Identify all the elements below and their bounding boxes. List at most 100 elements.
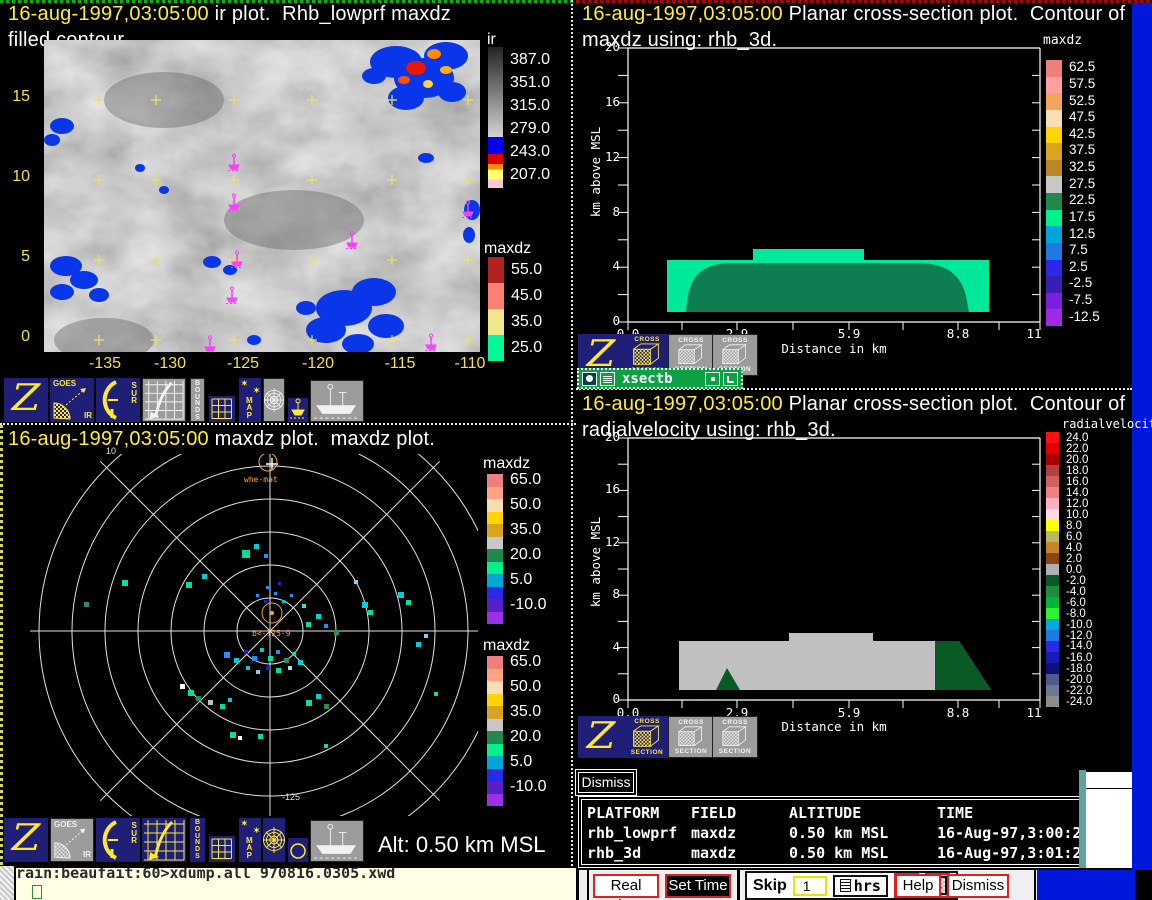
circle-overlay-button[interactable]: [288, 838, 308, 862]
axis-tick-label: -110: [447, 355, 493, 373]
ppi-title-text: maxdz plot. maxdz plot.: [209, 428, 435, 450]
bounds-overlay-button[interactable]: BOUNDS: [190, 818, 205, 862]
table-row: rhb_3dmaxdz0.50 km MSL16-Aug-97,3:01:22: [587, 843, 1083, 863]
ppi-radar-display[interactable]: whe-matb<-125-9: [6, 454, 478, 816]
cross-section-tool-2-button[interactable]: CROSSSECTION: [668, 716, 714, 758]
colorbar-segment: [1046, 309, 1062, 326]
axis-tick-label: 5.9: [829, 705, 869, 720]
colorbar-segment: [487, 562, 503, 575]
axis-tick-label: -120: [295, 355, 341, 373]
skip-input[interactable]: [793, 876, 827, 896]
satellite-image[interactable]: [44, 40, 480, 352]
map-overlay-button[interactable]: ✶✶MAP: [239, 818, 261, 862]
cross-section-tool-1-button[interactable]: CROSSSECTION: [624, 716, 670, 758]
radar-echo: [242, 550, 250, 558]
help-button[interactable]: Help: [895, 874, 941, 898]
colorbar-tick-label: -7.5: [1069, 292, 1092, 307]
cross-section-tool-3-button[interactable]: CROSSSECTION: [712, 716, 758, 758]
colorbar-segment: [487, 537, 503, 550]
zebra-logo-button[interactable]: Z: [578, 716, 624, 758]
colorbar-segment: [487, 499, 503, 512]
radar-grid-button[interactable]: [142, 818, 186, 862]
xsect-dismiss-button[interactable]: Dismiss: [578, 772, 634, 793]
radar-echo: [244, 650, 248, 654]
zebra-logo-button[interactable]: Z: [4, 378, 48, 422]
ship-track-button[interactable]: [310, 820, 364, 862]
colorbar-segment: [1046, 608, 1059, 619]
zebra-logo-button[interactable]: Z: [4, 818, 48, 862]
colorbar-tick-label: 57.5: [1069, 76, 1095, 91]
xs1-colorbar-label: maxdz: [1043, 33, 1082, 48]
colorbar-segment: [1046, 597, 1059, 608]
terminal-window[interactable]: rain:beaufait:60>xdump.all 970816.0305.x…: [14, 866, 576, 900]
colorbar-segment: [1046, 619, 1059, 630]
radar-echo: [254, 544, 259, 549]
column-separator: [571, 0, 573, 866]
hrs-button[interactable]: hrs: [833, 875, 888, 897]
colorbar-tick-label: 12.5: [1069, 226, 1095, 241]
radar-echo: [230, 732, 236, 738]
scrollbar-channel[interactable]: [1086, 772, 1132, 870]
xs2-colorbar: 24.022.020.018.016.014.012.010.08.06.04.…: [1046, 432, 1126, 707]
radar-echo: [288, 666, 292, 670]
colorbar-segment: [1046, 454, 1059, 465]
surveillance-radar-button[interactable]: SUR: [96, 378, 140, 422]
table-row: PLATFORMFIELDALTITUDETIME: [587, 803, 1083, 823]
colorbar-segment: [487, 706, 503, 719]
table-cell: PLATFORM: [587, 803, 691, 823]
ir-title-text: ir plot. Rhb_lowprf maxdz: [209, 3, 451, 25]
radar-echo: [306, 700, 312, 706]
colorbar-tick-label: 17.5: [1069, 209, 1095, 224]
ppi-panel-title: 16-aug-1997,03:05:00 maxdz plot. maxdz p…: [8, 428, 435, 451]
goes-ir-source-button[interactable]: GOESIR: [50, 378, 94, 422]
radar-echo: [256, 670, 260, 674]
colorbar-segment: [1046, 77, 1062, 94]
altitude-readout: Alt: 0.50 km MSL: [378, 832, 546, 858]
bounds-overlay-button[interactable]: BOUNDS: [190, 378, 205, 422]
xs2-y-axis-labels: 201612840: [596, 0, 622, 900]
platform-table: PLATFORMFIELDALTITUDETIMErhb_lowprfmaxdz…: [578, 796, 1084, 868]
table-cell: FIELD: [691, 803, 789, 823]
axis-tick-label: 5: [0, 248, 30, 266]
ship-track-button[interactable]: [310, 380, 364, 422]
radar-echo: [266, 586, 269, 589]
colorbar-segment: [1046, 443, 1059, 454]
real-time-button[interactable]: Real Time: [593, 874, 659, 898]
grid-overlay-button[interactable]: [209, 396, 235, 422]
radar-echo: [334, 630, 339, 635]
colorbar-segment: [1046, 226, 1062, 243]
colorbar-segment: [487, 769, 503, 782]
xsectb-resize-button[interactable]: [723, 372, 738, 386]
map-overlay-button[interactable]: ✶✶MAP: [239, 378, 261, 422]
goes-ir-source-button[interactable]: GOESIR: [50, 818, 94, 862]
colorbar-segment: [1046, 520, 1059, 531]
radar-echo: [264, 600, 267, 603]
radar-grid-button[interactable]: [142, 378, 186, 422]
colorbar-segment: [487, 487, 503, 500]
colorbar-scale: [487, 474, 503, 624]
set-time-button[interactable]: Set Time: [665, 874, 731, 898]
colorbar-segment: [487, 781, 503, 794]
colorbar-tick-label: 35.0: [510, 703, 541, 721]
buoy-overlay-button[interactable]: [288, 398, 308, 422]
table-cell: TIME: [937, 803, 1083, 823]
range-rings-button[interactable]: [263, 378, 285, 422]
colorbar-tick-label: 5.0: [510, 753, 532, 771]
xsectb-menu-button[interactable]: [582, 372, 597, 386]
colorbar-segment: [1046, 674, 1059, 685]
colorbar-tick-label: 5.0: [510, 571, 532, 589]
surveillance-radar-button[interactable]: SUR: [96, 818, 140, 862]
radar-echo: [276, 650, 280, 654]
colorbar-tick-label: -24.0: [1066, 696, 1092, 708]
xsectb-iconify-button[interactable]: [705, 372, 720, 386]
radar-echo: [416, 642, 421, 647]
divider: [587, 870, 589, 900]
platform-marker-dot: [270, 611, 274, 615]
ir-colorbar: 387.0351.0315.0279.0243.0207.0: [488, 47, 568, 188]
range-rings-button[interactable]: [263, 818, 285, 862]
grid-overlay-button[interactable]: [209, 836, 235, 862]
radar-echo: [274, 592, 277, 595]
time-dismiss-button[interactable]: Dismiss: [947, 874, 1009, 898]
radar-echo: [256, 594, 259, 597]
platform-marker-label-top: whe-mat: [244, 475, 278, 484]
